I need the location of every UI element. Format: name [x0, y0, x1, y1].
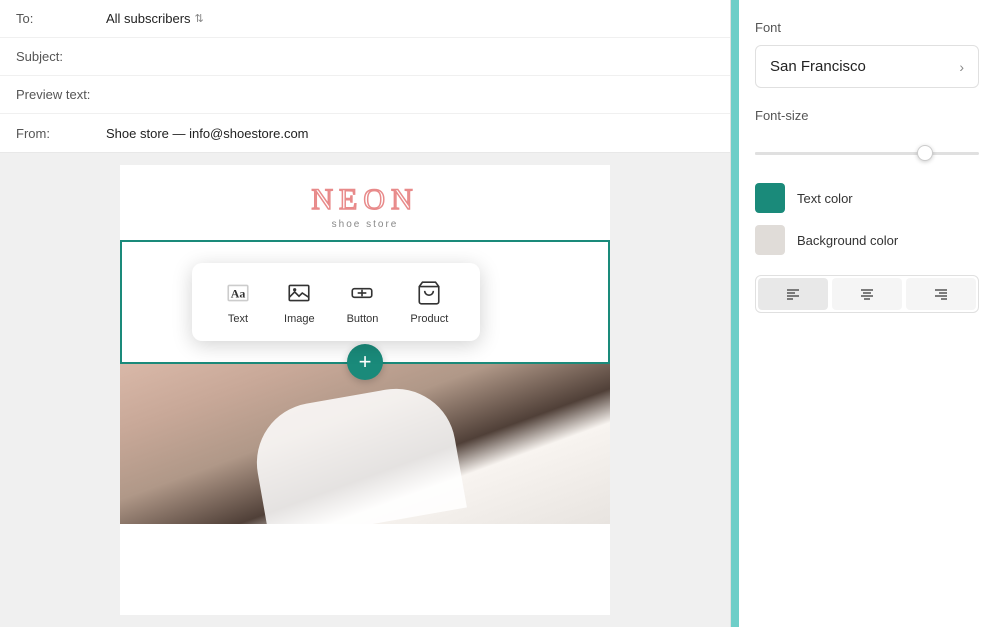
button-icon	[348, 279, 376, 307]
to-field-row: To: All subscribers ⇅	[0, 0, 730, 38]
from-value: Shoe store — info@shoestore.com	[106, 126, 309, 141]
right-panel: Font San Francisco › Font-size Text colo…	[735, 0, 995, 627]
slider-fill	[755, 152, 925, 155]
from-label: From:	[16, 126, 106, 141]
from-field-row: From: Shoe store — info@shoestore.com	[0, 114, 730, 152]
toolbar-item-button[interactable]: Button	[331, 275, 395, 329]
slider-track	[755, 152, 979, 155]
email-canvas-area: NEON Shoe store Our latest Aa	[0, 153, 730, 627]
toolbar-item-image[interactable]: Image	[268, 275, 331, 329]
font-selector[interactable]: San Francisco ›	[755, 45, 979, 88]
align-center-button[interactable]	[832, 278, 902, 310]
toolbar-item-text[interactable]: Aa Text	[208, 275, 268, 329]
email-fields: To: All subscribers ⇅ Subject: Preview t…	[0, 0, 730, 153]
bg-color-swatch[interactable]	[755, 225, 785, 255]
preview-label: Preview text:	[16, 87, 106, 102]
subject-label: Subject:	[16, 49, 106, 64]
neon-logo: NEON	[120, 183, 610, 217]
text-color-row: Text color	[755, 183, 979, 213]
align-left-icon	[785, 286, 801, 302]
to-value[interactable]: All subscribers ⇅	[106, 11, 204, 26]
toolbar-popup: Aa Text	[192, 263, 480, 341]
to-value-text: All subscribers	[106, 11, 191, 26]
text-color-label: Text color	[797, 191, 853, 206]
to-label: To:	[16, 11, 106, 26]
product-icon	[415, 279, 443, 307]
font-size-slider-container	[755, 143, 979, 163]
content-block[interactable]: Our latest Aa Text	[120, 240, 610, 364]
align-buttons-group	[755, 275, 979, 313]
email-header: NEON Shoe store	[120, 165, 610, 240]
align-center-icon	[859, 286, 875, 302]
preview-input[interactable]	[106, 87, 714, 102]
color-section: Text color Background color	[755, 183, 979, 255]
toolbar-product-label: Product	[410, 313, 448, 325]
font-size-label: Font-size	[755, 108, 979, 123]
text-color-swatch[interactable]	[755, 183, 785, 213]
subject-input[interactable]	[106, 49, 714, 64]
bg-color-label: Background color	[797, 233, 898, 248]
font-name: San Francisco	[770, 58, 866, 75]
to-arrow: ⇅	[195, 12, 204, 25]
text-icon: Aa	[224, 279, 252, 307]
image-icon	[285, 279, 313, 307]
preview-field-row: Preview text:	[0, 76, 730, 114]
bg-color-row: Background color	[755, 225, 979, 255]
align-right-button[interactable]	[906, 278, 976, 310]
toolbar-text-label: Text	[228, 313, 248, 325]
toolbar-item-product[interactable]: Product	[394, 275, 464, 329]
font-size-section: Font-size	[755, 108, 979, 163]
font-section-label: Font	[755, 20, 979, 35]
align-right-icon	[933, 286, 949, 302]
photo-area	[120, 364, 610, 524]
svg-text:Aa: Aa	[231, 286, 246, 300]
toolbar-image-label: Image	[284, 313, 315, 325]
align-left-button[interactable]	[758, 278, 828, 310]
slider-thumb[interactable]	[917, 145, 933, 161]
subject-field-row: Subject:	[0, 38, 730, 76]
add-block-button[interactable]: +	[347, 344, 383, 380]
font-arrow-icon: ›	[959, 59, 964, 75]
email-canvas: NEON Shoe store Our latest Aa	[120, 165, 610, 615]
left-panel: To: All subscribers ⇅ Subject: Preview t…	[0, 0, 731, 627]
toolbar-button-label: Button	[347, 313, 379, 325]
neon-sub: Shoe store	[120, 219, 610, 230]
font-section: Font San Francisco ›	[755, 20, 979, 88]
